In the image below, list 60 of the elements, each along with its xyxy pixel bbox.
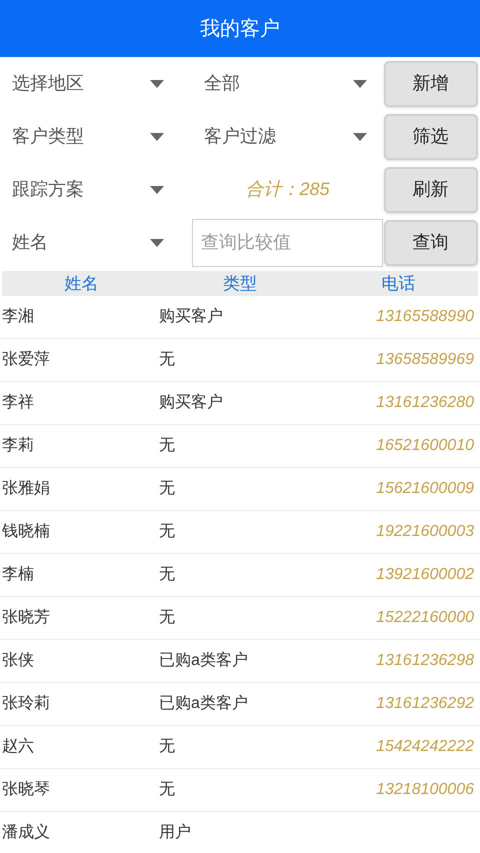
name-cell-text: 张爱萍 xyxy=(1,350,51,370)
column-header: 姓名 xyxy=(63,273,100,295)
type-cell-text: 无 xyxy=(159,436,176,456)
type-cell-text: 无 xyxy=(159,350,176,370)
dropdown-caret-icon xyxy=(150,132,164,140)
name-cell-text: 李莉 xyxy=(1,436,35,456)
phone-cell-text: 13161236298 xyxy=(375,651,475,671)
phone-cell-text: 19221600003 xyxy=(375,522,475,542)
name-cell-text: 张晓芳 xyxy=(1,608,51,628)
dropdown-caret-icon xyxy=(353,132,367,140)
query-input-field[interactable]: 查询比较值 xyxy=(192,218,383,266)
dropdown[interactable]: 选择地区 xyxy=(0,57,180,110)
action-button[interactable]: 刷新 xyxy=(384,166,478,212)
action-button[interactable]: 新增 xyxy=(384,60,478,106)
type-cell-text: 用户 xyxy=(159,822,192,843)
phone-cell-text: 13165588990 xyxy=(375,307,475,327)
type-cell-text: 无 xyxy=(159,565,176,585)
name-cell-text: 钱晓楠 xyxy=(1,522,51,542)
name-cell-text: 张雅娟 xyxy=(1,478,51,499)
dropdown-caret-icon xyxy=(150,186,164,194)
type-cell-text: 无 xyxy=(159,522,176,542)
type-cell-text: 已购a类客户 xyxy=(159,650,249,671)
type-cell-text: 无 xyxy=(159,737,176,757)
type-cell-text: 已购a类客户 xyxy=(159,694,249,714)
dropdown[interactable]: 姓名 xyxy=(0,216,180,269)
phone-cell-text: 13161236280 xyxy=(375,393,475,413)
total-count: 合计：285 xyxy=(245,178,330,201)
type-cell-text: 无 xyxy=(159,608,176,628)
phone-cell-text: 13161236292 xyxy=(375,694,475,714)
type-cell-text: 无 xyxy=(159,780,176,800)
dropdown[interactable]: 客户过滤 xyxy=(192,110,383,163)
action-button[interactable]: 筛选 xyxy=(384,114,478,160)
action-button[interactable]: 查询 xyxy=(384,220,478,266)
phone-cell-text: 13658589969 xyxy=(375,350,475,370)
column-header: 电话 xyxy=(380,273,417,295)
dropdown-caret-icon xyxy=(150,80,164,88)
column-header: 类型 xyxy=(222,273,258,295)
dropdown[interactable]: 客户类型 xyxy=(0,110,180,163)
type-cell-text: 购买客户 xyxy=(159,306,224,327)
type-cell-text: 购买客户 xyxy=(159,392,224,413)
phone-cell-text: 13921600002 xyxy=(375,565,475,585)
name-cell-text: 李楠 xyxy=(1,564,35,585)
dropdown[interactable]: 全部 xyxy=(192,57,383,110)
name-cell-text: 张晓琴 xyxy=(1,780,51,800)
phone-cell-text: 15424242222 xyxy=(375,737,475,757)
phone-cell-text: 15222160000 xyxy=(375,608,475,628)
dropdown[interactable]: 跟踪方案 xyxy=(0,163,180,216)
name-cell-text: 李祥 xyxy=(1,392,35,413)
name-cell-text: 潘成义 xyxy=(1,822,51,843)
header-title: 我的客户 xyxy=(200,16,280,42)
name-cell-text: 张侠 xyxy=(1,650,35,671)
phone-cell-text: 13218100006 xyxy=(375,780,475,800)
dropdown-caret-icon xyxy=(353,80,367,88)
name-cell-text: 赵六 xyxy=(1,736,35,757)
name-cell-text: 李湘 xyxy=(1,306,35,327)
type-cell-text: 无 xyxy=(159,479,176,499)
dropdown-caret-icon xyxy=(150,238,164,246)
phone-cell-text: 16521600010 xyxy=(375,436,475,456)
name-cell-text: 张玲莉 xyxy=(1,694,51,714)
phone-cell-text: 15621600009 xyxy=(375,479,475,499)
